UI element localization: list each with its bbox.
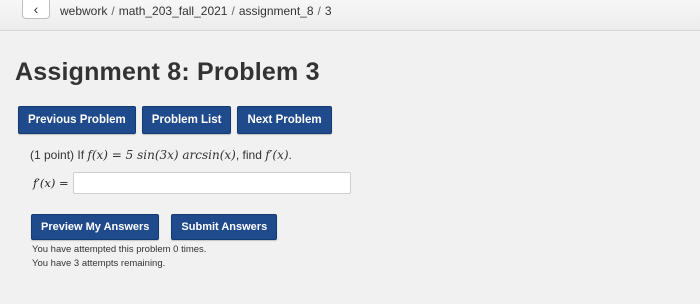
top-bar: ‹ webwork / math_203_fall_2021/assignment_… (0, 0, 700, 31)
next-problem-button[interactable]: Next Problem (237, 106, 332, 134)
breadcrumb-item-problem: 3 (324, 4, 332, 18)
breadcrumb-separator: / (317, 4, 321, 18)
attempt-status: You have attempted this problem 0 times.… (32, 243, 206, 271)
preview-answers-button[interactable]: Preview My Answers (31, 214, 160, 240)
submit-actions: Preview My Answers Submit Answers (31, 214, 278, 240)
attempts-remaining-text: You have 3 attempts remaining. (32, 258, 166, 269)
problem-list-button[interactable]: Problem List (141, 106, 232, 134)
breadcrumb-item-webwork[interactable]: webwork (60, 4, 107, 18)
submit-answers-button[interactable]: Submit Answers (171, 214, 278, 240)
problem-function: f(x) = 5 sin(3x) arcsin(x) (87, 148, 236, 162)
page-title: Assignment 8: Problem 3 (15, 58, 320, 86)
breadcrumb-separator: / (231, 4, 235, 18)
breadcrumb-separator: / (111, 4, 115, 18)
answer-label: f′(x) = (33, 176, 69, 190)
problem-period: . (288, 148, 292, 162)
problem-points: (1 point) (30, 148, 75, 162)
answer-row: f′(x) = (33, 172, 351, 194)
answer-input[interactable] (73, 172, 351, 194)
problem-target: f′(x) (265, 148, 289, 162)
breadcrumb: webwork / math_203_fall_2021/assignment_8/… (60, 4, 332, 18)
problem-nav: Previous Problem Problem List Next Probl… (18, 106, 332, 134)
problem-statement: (1 point) If f(x) = 5 sin(3x) arcsin(x),… (30, 148, 292, 162)
problem-if: If (77, 148, 85, 162)
problem-find: , find (235, 148, 262, 162)
back-button[interactable]: ‹ (22, 0, 50, 19)
breadcrumb-item-course[interactable]: math_203_fall_2021 (119, 4, 228, 18)
previous-problem-button[interactable]: Previous Problem (18, 106, 136, 134)
chevron-left-icon: ‹ (33, 1, 39, 17)
attempts-used-text: You have attempted this problem 0 times. (32, 244, 207, 255)
breadcrumb-item-assignment[interactable]: assignment_8 (239, 4, 314, 18)
